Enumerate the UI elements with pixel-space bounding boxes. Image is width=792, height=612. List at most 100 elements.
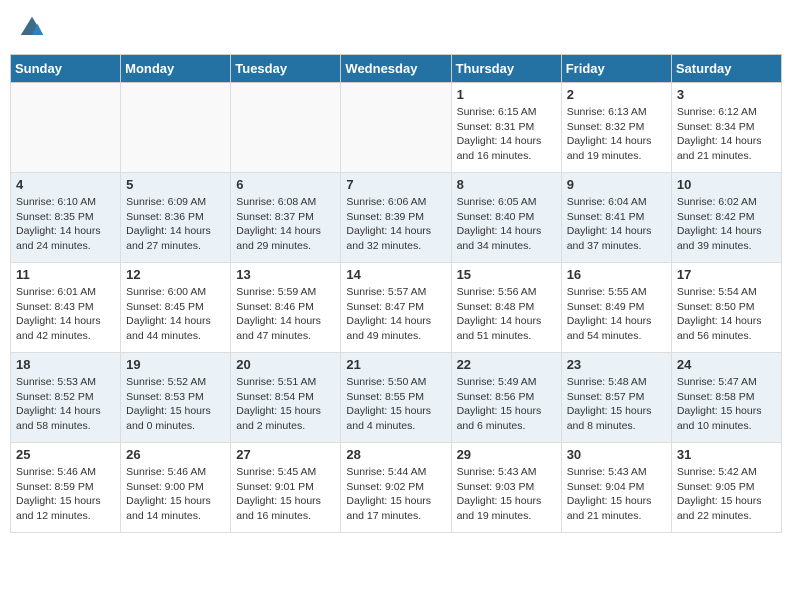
day-number: 18 <box>16 357 115 372</box>
day-number: 4 <box>16 177 115 192</box>
day-number: 20 <box>236 357 335 372</box>
logo <box>18 14 48 42</box>
calendar-week-4: 18 Sunrise: 5:53 AMSunset: 8:52 PMDayligh… <box>11 353 782 443</box>
day-cell-17: 17 Sunrise: 5:54 AMSunset: 8:50 PMDayligh… <box>671 263 781 353</box>
day-number: 11 <box>16 267 115 282</box>
day-info: Sunrise: 6:04 AMSunset: 8:41 PMDaylight:… <box>567 195 666 254</box>
day-cell-13: 13Sunrise: 5:59 AMSunset: 8:46 PMDayligh… <box>231 263 341 353</box>
day-cell-15: 15 Sunrise: 5:56 AMSunset: 8:48 PMDayligh… <box>451 263 561 353</box>
day-number: 24 <box>677 357 776 372</box>
day-number: 28 <box>346 447 445 462</box>
empty-cell <box>341 83 451 173</box>
day-info: Sunrise: 5:59 AMSunset: 8:46 PMDaylight:… <box>236 285 335 344</box>
day-cell-4: 4 Sunrise: 6:10 AMSunset: 8:35 PMDaylight… <box>11 173 121 263</box>
day-cell-26: 26 Sunrise: 5:46 AMSunset: 9:00 PMDayligh… <box>121 443 231 533</box>
day-info: Sunrise: 6:00 AMSunset: 8:45 PMDaylight:… <box>126 285 225 344</box>
day-cell-18: 18 Sunrise: 5:53 AMSunset: 8:52 PMDayligh… <box>11 353 121 443</box>
calendar-week-1: 1 Sunrise: 6:15 AMSunset: 8:31 PMDaylight… <box>11 83 782 173</box>
empty-cell <box>121 83 231 173</box>
day-cell-6: 6 Sunrise: 6:08 AMSunset: 8:37 PMDaylight… <box>231 173 341 263</box>
calendar-week-5: 25 Sunrise: 5:46 AMSunset: 8:59 PMDayligh… <box>11 443 782 533</box>
day-info: Sunrise: 5:53 AMSunset: 8:52 PMDaylight:… <box>16 375 115 434</box>
column-header-friday: Friday <box>561 55 671 83</box>
day-number: 26 <box>126 447 225 462</box>
day-info: Sunrise: 5:52 AMSunset: 8:53 PMDaylight:… <box>126 375 225 434</box>
day-info: Sunrise: 5:56 AMSunset: 8:48 PMDaylight:… <box>457 285 556 344</box>
day-info: Sunrise: 5:44 AMSunset: 9:02 PMDaylight:… <box>346 465 445 524</box>
day-cell-12: 12 Sunrise: 6:00 AMSunset: 8:45 PMDayligh… <box>121 263 231 353</box>
day-info: Sunrise: 6:08 AMSunset: 8:37 PMDaylight:… <box>236 195 335 254</box>
column-header-wednesday: Wednesday <box>341 55 451 83</box>
day-cell-7: 7Sunrise: 6:06 AMSunset: 8:39 PMDaylight… <box>341 173 451 263</box>
day-number: 21 <box>346 357 445 372</box>
column-header-sunday: Sunday <box>11 55 121 83</box>
day-cell-1: 1 Sunrise: 6:15 AMSunset: 8:31 PMDaylight… <box>451 83 561 173</box>
column-header-thursday: Thursday <box>451 55 561 83</box>
column-header-tuesday: Tuesday <box>231 55 341 83</box>
day-info: Sunrise: 5:51 AMSunset: 8:54 PMDaylight:… <box>236 375 335 434</box>
day-number: 31 <box>677 447 776 462</box>
day-info: Sunrise: 6:01 AMSunset: 8:43 PMDaylight:… <box>16 285 115 344</box>
day-info: Sunrise: 6:10 AMSunset: 8:35 PMDaylight:… <box>16 195 115 254</box>
day-cell-11: 11 Sunrise: 6:01 AMSunset: 8:43 PMDayligh… <box>11 263 121 353</box>
day-cell-21: 21Sunrise: 5:50 AMSunset: 8:55 PMDayligh… <box>341 353 451 443</box>
calendar-week-2: 4 Sunrise: 6:10 AMSunset: 8:35 PMDaylight… <box>11 173 782 263</box>
day-info: Sunrise: 6:13 AMSunset: 8:32 PMDaylight:… <box>567 105 666 164</box>
day-info: Sunrise: 6:09 AMSunset: 8:36 PMDaylight:… <box>126 195 225 254</box>
empty-cell <box>231 83 341 173</box>
day-cell-16: 16 Sunrise: 5:55 AMSunset: 8:49 PMDayligh… <box>561 263 671 353</box>
day-number: 2 <box>567 87 666 102</box>
day-info: Sunrise: 5:49 AMSunset: 8:56 PMDaylight:… <box>457 375 556 434</box>
day-info: Sunrise: 5:47 AMSunset: 8:58 PMDaylight:… <box>677 375 776 434</box>
day-cell-5: 5 Sunrise: 6:09 AMSunset: 8:36 PMDaylight… <box>121 173 231 263</box>
day-cell-22: 22 Sunrise: 5:49 AMSunset: 8:56 PMDayligh… <box>451 353 561 443</box>
day-number: 27 <box>236 447 335 462</box>
empty-cell <box>11 83 121 173</box>
day-info: Sunrise: 5:46 AMSunset: 9:00 PMDaylight:… <box>126 465 225 524</box>
day-info: Sunrise: 5:54 AMSunset: 8:50 PMDaylight:… <box>677 285 776 344</box>
day-info: Sunrise: 6:15 AMSunset: 8:31 PMDaylight:… <box>457 105 556 164</box>
day-cell-2: 2 Sunrise: 6:13 AMSunset: 8:32 PMDaylight… <box>561 83 671 173</box>
day-cell-30: 30Sunrise: 5:43 AMSunset: 9:04 PMDayligh… <box>561 443 671 533</box>
day-number: 6 <box>236 177 335 192</box>
day-info: Sunrise: 5:43 AMSunset: 9:04 PMDaylight:… <box>567 465 666 524</box>
day-number: 8 <box>457 177 556 192</box>
day-cell-19: 19 Sunrise: 5:52 AMSunset: 8:53 PMDayligh… <box>121 353 231 443</box>
day-number: 23 <box>567 357 666 372</box>
day-info: Sunrise: 5:48 AMSunset: 8:57 PMDaylight:… <box>567 375 666 434</box>
calendar-table: SundayMondayTuesdayWednesdayThursdayFrid… <box>10 54 782 533</box>
page-header <box>10 10 782 46</box>
calendar-week-3: 11 Sunrise: 6:01 AMSunset: 8:43 PMDayligh… <box>11 263 782 353</box>
day-number: 16 <box>567 267 666 282</box>
day-number: 5 <box>126 177 225 192</box>
logo-icon <box>18 14 46 42</box>
day-cell-28: 28 Sunrise: 5:44 AMSunset: 9:02 PMDayligh… <box>341 443 451 533</box>
day-cell-29: 29 Sunrise: 5:43 AMSunset: 9:03 PMDayligh… <box>451 443 561 533</box>
day-cell-14: 14 Sunrise: 5:57 AMSunset: 8:47 PMDayligh… <box>341 263 451 353</box>
day-number: 19 <box>126 357 225 372</box>
day-number: 22 <box>457 357 556 372</box>
day-number: 12 <box>126 267 225 282</box>
day-cell-31: 31Sunrise: 5:42 AMSunset: 9:05 PMDayligh… <box>671 443 781 533</box>
column-header-monday: Monday <box>121 55 231 83</box>
day-number: 10 <box>677 177 776 192</box>
day-cell-20: 20 Sunrise: 5:51 AMSunset: 8:54 PMDayligh… <box>231 353 341 443</box>
day-info: Sunrise: 5:57 AMSunset: 8:47 PMDaylight:… <box>346 285 445 344</box>
day-info: Sunrise: 6:06 AMSunset: 8:39 PMDaylight:… <box>346 195 445 254</box>
day-number: 1 <box>457 87 556 102</box>
day-number: 29 <box>457 447 556 462</box>
day-cell-9: 9 Sunrise: 6:04 AMSunset: 8:41 PMDaylight… <box>561 173 671 263</box>
day-info: Sunrise: 5:43 AMSunset: 9:03 PMDaylight:… <box>457 465 556 524</box>
day-info: Sunrise: 5:55 AMSunset: 8:49 PMDaylight:… <box>567 285 666 344</box>
day-cell-24: 24 Sunrise: 5:47 AMSunset: 8:58 PMDayligh… <box>671 353 781 443</box>
day-number: 3 <box>677 87 776 102</box>
day-number: 25 <box>16 447 115 462</box>
day-number: 17 <box>677 267 776 282</box>
day-info: Sunrise: 6:02 AMSunset: 8:42 PMDaylight:… <box>677 195 776 254</box>
day-number: 15 <box>457 267 556 282</box>
day-number: 9 <box>567 177 666 192</box>
day-number: 14 <box>346 267 445 282</box>
day-info: Sunrise: 5:46 AMSunset: 8:59 PMDaylight:… <box>16 465 115 524</box>
day-cell-3: 3 Sunrise: 6:12 AMSunset: 8:34 PMDaylight… <box>671 83 781 173</box>
day-info: Sunrise: 6:12 AMSunset: 8:34 PMDaylight:… <box>677 105 776 164</box>
